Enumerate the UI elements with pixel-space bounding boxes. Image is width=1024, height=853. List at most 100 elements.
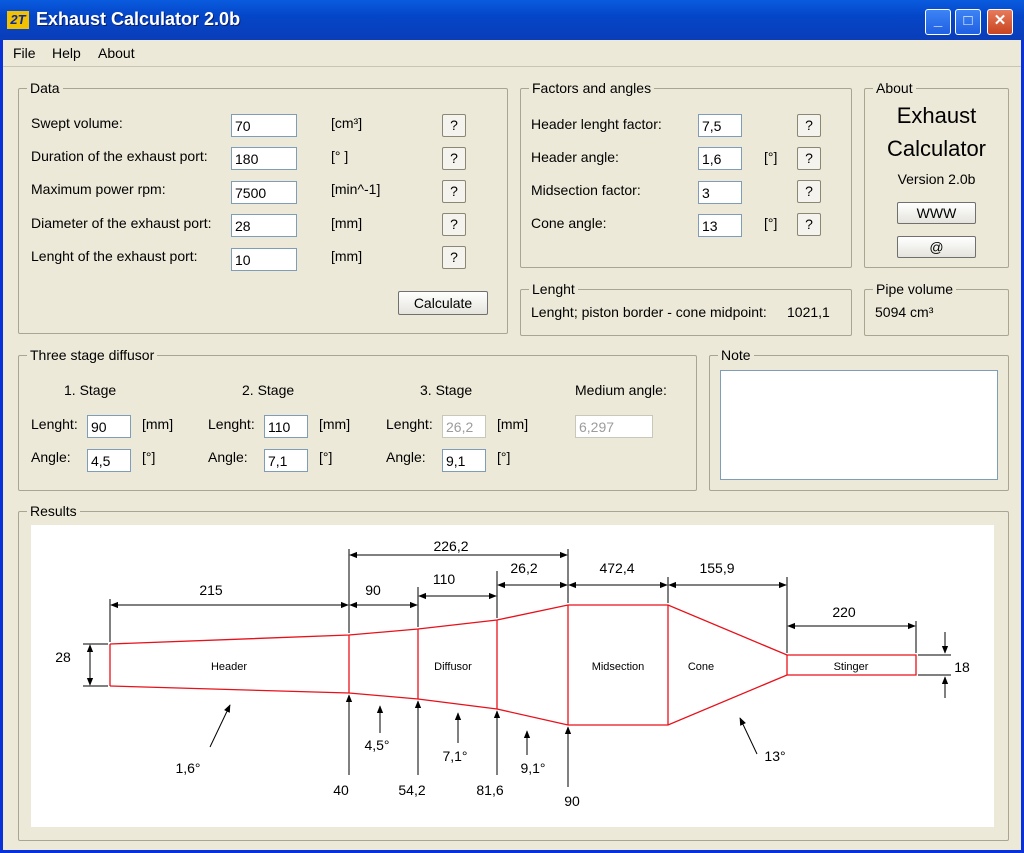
about-group-title: About (873, 79, 916, 97)
stage2-heading: 2. Stage (242, 382, 295, 398)
length-group-title: Lenght (529, 280, 578, 298)
angle-pointer-header (209, 704, 231, 748)
dim-value-stinger: 220 (832, 604, 856, 620)
dim-value-outlet-dia: 18 (954, 659, 970, 675)
section-labels: Header Diffusor Midsection Cone Stinger (211, 661, 869, 673)
cone-angle-help-button[interactable]: ? (797, 213, 821, 236)
stage2-length-unit: [mm] (319, 416, 351, 432)
note-group-title: Note (718, 346, 754, 364)
midsection-factor-input[interactable] (698, 181, 742, 204)
angle-value-stage3: 9,1° (520, 760, 545, 776)
stage3-length-input (442, 415, 486, 438)
stage1-heading: 1. Stage (64, 382, 117, 398)
angle-pointer-cone (739, 717, 758, 755)
swept-volume-help-button[interactable]: ? (442, 114, 466, 137)
maximize-button[interactable]: □ (955, 9, 981, 35)
header-length-factor-label: Header lenght factor: (531, 116, 662, 132)
port-length-label: Lenght of the exhaust port: (31, 248, 198, 264)
duration-input[interactable] (231, 147, 297, 170)
close-button[interactable]: ✕ (987, 9, 1013, 35)
midsection-factor-help-button[interactable]: ? (797, 180, 821, 203)
calculate-button[interactable]: Calculate (398, 291, 488, 315)
diameter-value-d2: 54,2 (398, 782, 425, 798)
port-length-help-button[interactable]: ? (442, 246, 466, 269)
port-diameter-input[interactable] (231, 214, 297, 237)
title-bar[interactable]: 2T Exhaust Calculator 2.0b _ □ ✕ (0, 0, 1024, 40)
app-window: 2T Exhaust Calculator 2.0b _ □ ✕ File He… (0, 0, 1024, 853)
diffusor-section-label: Diffusor (434, 661, 472, 673)
duration-unit: [° ] (331, 148, 349, 164)
data-group-title: Data (27, 79, 63, 97)
cone-angle-unit: [°] (764, 215, 778, 231)
pipe-volume-value: 5094 cm³ (875, 304, 934, 320)
header-angle-help-button[interactable]: ? (797, 147, 821, 170)
duration-help-button[interactable]: ? (442, 147, 466, 170)
about-title-line1: Exhaust (896, 103, 977, 128)
max-rpm-help-button[interactable]: ? (442, 180, 466, 203)
swept-volume-input[interactable] (231, 114, 297, 137)
port-diameter-unit: [mm] (331, 215, 363, 231)
pipe-diagram: Header Diffusor Midsection Cone Stinger (55, 538, 970, 809)
port-length-input[interactable] (231, 248, 297, 271)
angle-pointers (209, 704, 758, 755)
minimize-button[interactable]: _ (925, 9, 951, 35)
max-rpm-input[interactable] (231, 181, 297, 204)
www-button[interactable]: WWW (897, 202, 976, 224)
menu-about[interactable]: About (98, 45, 135, 61)
stage3-heading: 3. Stage (420, 382, 473, 398)
stage2-length-label: Lenght: (208, 416, 255, 432)
stage1-angle-unit: [°] (142, 449, 156, 465)
results-group-title: Results (27, 502, 80, 520)
stage3-length-unit: [mm] (497, 416, 529, 432)
about-version: Version 2.0b (897, 171, 976, 187)
stinger-section-label: Stinger (834, 661, 869, 673)
swept-volume-unit: [cm³] (331, 115, 363, 131)
stage2-angle-label: Angle: (208, 449, 248, 465)
stage2-angle-unit: [°] (319, 449, 333, 465)
port-diameter-help-button[interactable]: ? (442, 213, 466, 236)
midsection-section-label: Midsection (592, 661, 645, 673)
diameter-value-d3: 81,6 (476, 782, 503, 798)
stage3-angle-unit: [°] (497, 449, 511, 465)
header-angle-unit: [°] (764, 149, 778, 165)
diameter-value-d4: 90 (564, 793, 580, 809)
stage3-length-label: Lenght: (386, 416, 433, 432)
header-angle-label: Header angle: (531, 149, 619, 165)
dim-value-diffusor-total: 226,2 (433, 538, 468, 554)
cone-angle-input[interactable] (698, 214, 742, 237)
dim-value-cone: 155,9 (699, 560, 734, 576)
stage1-length-input[interactable] (87, 415, 131, 438)
stage2-angle-input[interactable] (264, 449, 308, 472)
medium-angle-heading: Medium angle: (575, 382, 667, 398)
stage2-length-input[interactable] (264, 415, 308, 438)
midsection-factor-label: Midsection factor: (531, 182, 641, 198)
stage3-angle-input[interactable] (442, 449, 486, 472)
length-text: Lenght; piston border - cone midpoint: (531, 304, 767, 320)
menu-bar: File Help About (3, 40, 1021, 67)
header-length-factor-help-button[interactable]: ? (797, 114, 821, 137)
header-section-label: Header (211, 661, 247, 673)
duration-label: Duration of the exhaust port: (31, 148, 208, 164)
factors-group-title: Factors and angles (529, 79, 655, 97)
port-diameter-label: Diameter of the exhaust port: (31, 215, 212, 231)
medium-angle-input (575, 415, 653, 438)
menu-help[interactable]: Help (52, 45, 81, 61)
menu-file[interactable]: File (13, 45, 36, 61)
dim-value-stage2: 110 (433, 571, 456, 587)
note-textarea[interactable] (720, 370, 998, 480)
window-title: Exhaust Calculator 2.0b (36, 9, 241, 29)
stage1-angle-label: Angle: (31, 449, 71, 465)
stage1-angle-input[interactable] (87, 449, 131, 472)
header-angle-input[interactable] (698, 147, 742, 170)
diameter-values: 40 54,2 81,6 90 (333, 782, 580, 809)
pipe-volume-group-title: Pipe volume (873, 280, 957, 298)
length-value: 1021,1 (787, 304, 830, 320)
angle-value-stage2: 7,1° (442, 748, 467, 764)
angle-values: 1,6° 4,5° 7,1° 9,1° 13° (175, 737, 785, 776)
header-length-factor-input[interactable] (698, 114, 742, 137)
email-button[interactable]: @ (897, 236, 976, 258)
dim-value-stage3: 26,2 (510, 560, 537, 576)
cone-angle-label: Cone angle: (531, 215, 607, 231)
dim-value-inlet-dia: 28 (55, 649, 71, 665)
results-canvas: Header Diffusor Midsection Cone Stinger (31, 525, 994, 827)
